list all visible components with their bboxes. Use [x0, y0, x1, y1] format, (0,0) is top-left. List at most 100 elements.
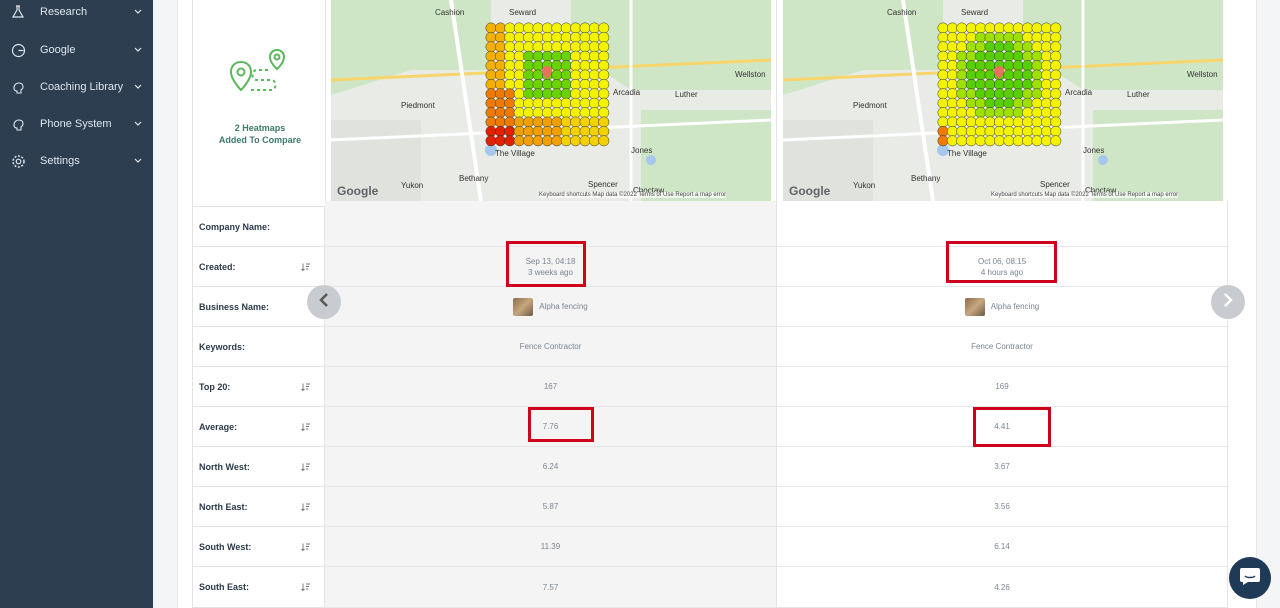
heatmap-point	[1050, 41, 1062, 53]
heatmap-point	[579, 97, 591, 109]
heatmap-point	[598, 116, 610, 128]
heatmap-point	[560, 88, 572, 100]
heatmap-point	[1031, 125, 1043, 137]
heatmap-point	[598, 60, 610, 72]
heatmap-point	[504, 31, 516, 43]
map-footer[interactable]: Keyboard shortcuts Map data ©2022 Terms …	[991, 192, 1179, 198]
heatmap-point	[494, 60, 506, 72]
heatmap-point	[551, 50, 563, 62]
heatmap-point	[513, 107, 525, 119]
heatmap-point	[532, 116, 544, 128]
heatmap-point	[532, 125, 544, 137]
sidebar-item-research[interactable]: Research	[0, 0, 153, 24]
heatmap-point	[485, 88, 497, 100]
heatmap-point	[541, 78, 553, 90]
heatmap-point	[560, 22, 572, 34]
heatmap-point	[1022, 22, 1034, 34]
sort-icon[interactable]	[301, 382, 310, 391]
heatmap-point	[541, 31, 553, 43]
heatmap-point	[485, 97, 497, 109]
heatmap-point	[993, 88, 1005, 100]
heatmap-point	[523, 50, 535, 62]
sidebar-item-settings[interactable]: Settings	[0, 149, 153, 173]
heatmap-point	[504, 60, 516, 72]
heatmap-point	[551, 31, 563, 43]
heatmap-point	[937, 88, 949, 100]
heatmap-point	[1003, 50, 1015, 62]
heatmap-point	[523, 88, 535, 100]
heatmap-point	[560, 107, 572, 119]
heatmap-point	[541, 116, 553, 128]
heatmap-point	[523, 125, 535, 137]
heatmap-point	[560, 116, 572, 128]
heatmap-point	[598, 97, 610, 109]
sidebar-item-google[interactable]: Google	[0, 38, 153, 62]
column-divider	[776, 0, 777, 608]
sort-icon[interactable]	[301, 542, 310, 551]
heatmap-point	[598, 50, 610, 62]
heatmap-point	[975, 135, 987, 147]
highlight-created-a	[506, 241, 586, 287]
heatmap-point	[1040, 69, 1052, 81]
heatmap-point	[513, 97, 525, 109]
chat-button[interactable]	[1229, 557, 1271, 599]
heatmap-point	[1012, 88, 1024, 100]
heatmap-point	[513, 60, 525, 72]
heatmap-point	[1012, 60, 1024, 72]
heatmap-point	[937, 107, 949, 119]
highlight-created-b	[946, 241, 1057, 283]
heatmap-point	[965, 31, 977, 43]
heatmap-point	[494, 22, 506, 34]
map-footer[interactable]: Keyboard shortcuts Map data ©2022 Terms …	[539, 192, 727, 198]
heatmap-point	[570, 69, 582, 81]
heatmap-point	[1012, 97, 1024, 109]
heatmap-point	[513, 31, 525, 43]
sort-icon[interactable]	[301, 422, 310, 431]
heatmap-point	[541, 22, 553, 34]
heatmap-point	[965, 69, 977, 81]
heatmap-point	[494, 116, 506, 128]
carousel-prev-button[interactable]	[307, 285, 341, 319]
heatmap-point	[504, 22, 516, 34]
heatmap-point	[1003, 125, 1015, 137]
heatmap-point	[1031, 69, 1043, 81]
sidebar-item-coaching-library[interactable]: Coaching Library	[0, 75, 153, 99]
heatmap-map-a[interactable]: Cashion Seward Wellston Arcadia Luther P…	[331, 0, 771, 201]
heatmap-point	[1050, 31, 1062, 43]
heatmap-point	[485, 78, 497, 90]
carousel-next-button[interactable]	[1211, 285, 1245, 319]
heatmap-point	[1012, 31, 1024, 43]
cell-north-west-a: 6.24	[325, 447, 776, 487]
heatmap-point	[1040, 116, 1052, 128]
heatmap-point	[1040, 107, 1052, 119]
sidebar-item-phone-system[interactable]: Phone System	[0, 112, 153, 136]
heatmap-point	[984, 50, 996, 62]
heatmap-point	[532, 97, 544, 109]
heatmap-point	[937, 97, 949, 109]
sidebar: Research Google Coaching Library Phone S…	[0, 0, 153, 608]
heatmap-point	[588, 31, 600, 43]
heatmap-point	[965, 135, 977, 147]
heatmap-point	[1022, 125, 1034, 137]
sort-icon[interactable]	[301, 583, 310, 592]
heatmap-point	[956, 50, 968, 62]
heatmap-point	[975, 88, 987, 100]
heatmap-point	[937, 41, 949, 53]
sort-icon[interactable]	[301, 262, 310, 271]
heatmap-point	[965, 107, 977, 119]
heatmap-point	[598, 135, 610, 147]
sort-icon[interactable]	[301, 462, 310, 471]
heatmap-point	[570, 97, 582, 109]
row-label-business-name: Business Name:	[192, 287, 325, 327]
heatmap-point	[588, 41, 600, 53]
heatmap-point	[1022, 116, 1034, 128]
sort-icon[interactable]	[301, 502, 310, 511]
heatmap-point	[956, 135, 968, 147]
heatmap-point	[598, 22, 610, 34]
heatmap-point	[579, 78, 591, 90]
heatmap-point	[551, 22, 563, 34]
heatmap-point	[570, 78, 582, 90]
heatmap-point	[1022, 107, 1034, 119]
heatmap-point	[1040, 97, 1052, 109]
heatmap-map-b[interactable]: Cashion Seward Wellston Arcadia Luther P…	[783, 0, 1223, 201]
